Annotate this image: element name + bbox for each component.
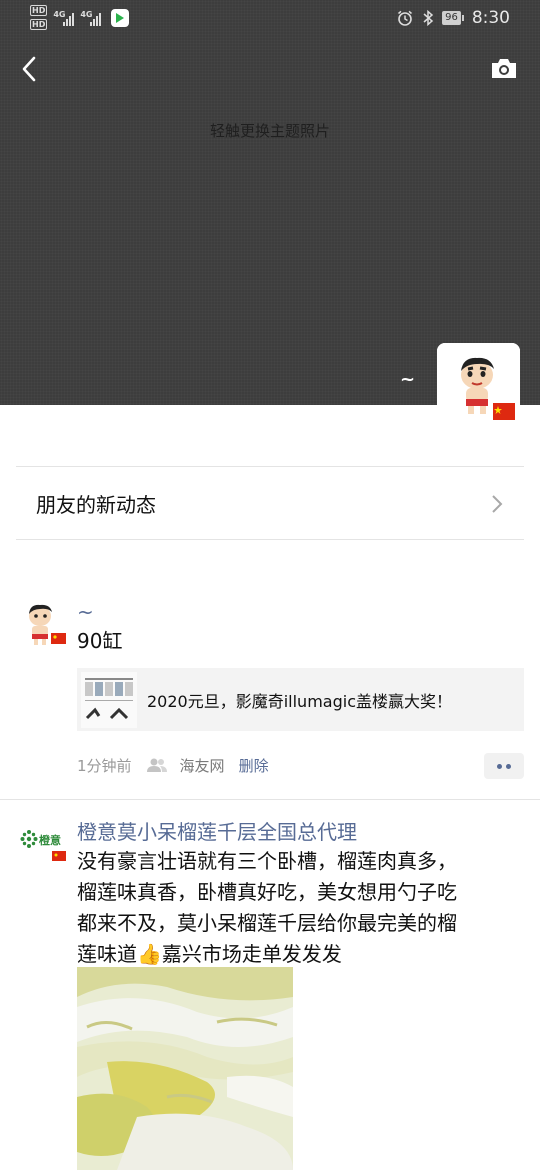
- logo-text: 橙意: [39, 833, 61, 847]
- status-time: 8:30: [471, 8, 510, 28]
- post-photo[interactable]: [77, 967, 293, 1170]
- battery-level: 96: [442, 11, 461, 25]
- post-source[interactable]: 海友网: [180, 755, 225, 776]
- post-text-line: 榴莲味真香，卧槽真好吃，美女想用勺子吃: [77, 880, 457, 904]
- bluetooth-icon: [423, 9, 434, 27]
- network-type: 4G: [80, 9, 93, 19]
- post-avatar[interactable]: 橙意: [20, 826, 68, 874]
- post-meta: 1分钟前 海友网 删除: [77, 754, 269, 776]
- friends-updates-label: 朋友的新动态: [36, 492, 156, 517]
- profile-nickname: ~: [400, 369, 416, 390]
- change-cover-hint[interactable]: 轻触更换主题照片: [0, 120, 540, 141]
- post-time: 1分钟前: [77, 756, 132, 775]
- post-text-line: 莲味道👍嘉兴市场走单发发发: [77, 942, 342, 966]
- status-left: HD HD 4G 4G: [30, 5, 130, 30]
- hd-badge: HD: [30, 5, 48, 16]
- shared-link-card[interactable]: 2020元旦，影魔奇illumagic盖楼赢大奖！: [77, 668, 524, 731]
- video-app-icon: [111, 8, 130, 27]
- durian-crepe-photo: [77, 967, 293, 1170]
- visibility-people-icon[interactable]: [146, 757, 168, 773]
- dot: [497, 763, 502, 769]
- status-right: 96 8:30: [396, 8, 510, 28]
- cartoon-boy-avatar-icon: [437, 343, 520, 426]
- post-author-name[interactable]: ~: [77, 600, 94, 624]
- status-bar: HD HD 4G 4G 96 8:30: [0, 0, 540, 40]
- signal-strength-icon: 4G: [80, 9, 102, 26]
- link-thumbnail: [81, 671, 137, 728]
- dot: [506, 763, 511, 769]
- network-type: 4G: [53, 9, 66, 19]
- article-thumbnail-icon: [81, 671, 137, 728]
- chevron-right-icon: [492, 495, 503, 513]
- brand-logo-icon: 橙意: [20, 826, 68, 862]
- divider: [0, 799, 540, 800]
- divider: [16, 539, 524, 540]
- cartoon-boy-avatar-icon: [20, 602, 70, 652]
- signal-strength-icon: 4G: [53, 9, 75, 26]
- post-text: 没有豪言壮语就有三个卧槽，榴莲肉真多， 榴莲味真香，卧槽真好吃，美女想用勺子吃 …: [77, 846, 457, 970]
- delete-button[interactable]: 删除: [239, 755, 269, 776]
- post-avatar[interactable]: [20, 602, 70, 652]
- friends-updates-row[interactable]: 朋友的新动态: [0, 467, 540, 539]
- profile-avatar[interactable]: [437, 343, 520, 426]
- more-options-button[interactable]: [484, 753, 524, 779]
- back-arrow-icon[interactable]: [16, 54, 46, 84]
- link-title: 2020元旦，影魔奇illumagic盖楼赢大奖！: [147, 691, 452, 711]
- post-text-line: 都来不及，莫小呆榴莲千层给你最完美的榴: [77, 911, 457, 935]
- hd-indicators: HD HD: [30, 5, 48, 30]
- post-author-name[interactable]: 橙意莫小呆榴莲千层全国总代理: [77, 816, 357, 845]
- post-text-line: 没有豪言壮语就有三个卧槽，榴莲肉真多，: [77, 849, 457, 873]
- camera-icon[interactable]: [490, 56, 518, 80]
- hd-badge: HD: [30, 19, 48, 30]
- alarm-icon: [398, 10, 413, 26]
- post-text: 90缸: [77, 629, 123, 653]
- battery-icon: 96: [442, 11, 464, 25]
